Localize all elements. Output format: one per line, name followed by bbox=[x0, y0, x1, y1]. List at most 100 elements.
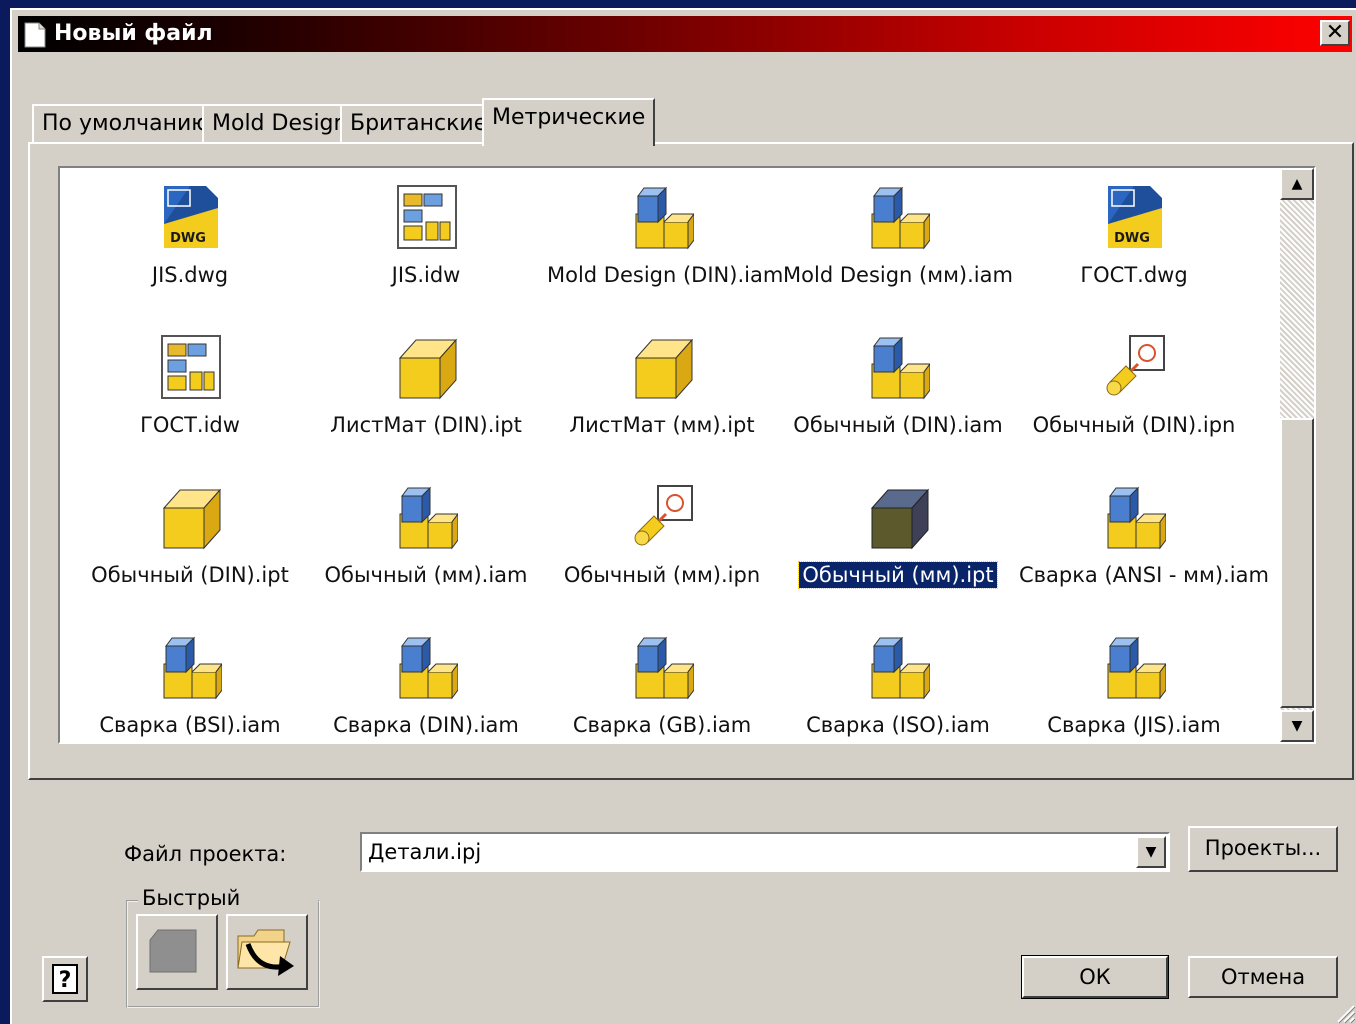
template-item-label: ЛистМат (DIN).ipt bbox=[330, 413, 522, 437]
template-item[interactable]: ЛистМат (мм).ipt bbox=[544, 318, 780, 468]
template-item[interactable]: Обычный (мм).ipt bbox=[780, 468, 1016, 618]
template-item-label: Обычный (DIN).iam bbox=[793, 413, 1003, 437]
template-item-label: Обычный (мм).iam bbox=[324, 563, 528, 587]
template-item-label-wrap: ГОСТ.idw bbox=[72, 412, 308, 438]
assembly-icon bbox=[1107, 486, 1166, 550]
vertical-scrollbar[interactable]: ▲ ▼ bbox=[1280, 168, 1314, 742]
template-item-label-wrap: ГОСТ.dwg bbox=[1016, 262, 1252, 288]
assembly-icon bbox=[635, 636, 694, 700]
project-file-combobox[interactable]: Детали.ipj ▼ bbox=[360, 832, 1170, 872]
quick-new-button[interactable] bbox=[136, 914, 218, 990]
template-item-label-wrap: Обычный (DIN).iam bbox=[780, 412, 1016, 438]
cancel-button[interactable]: Отмена bbox=[1188, 956, 1338, 998]
svg-text:DWG: DWG bbox=[1114, 231, 1150, 246]
help-button[interactable]: ? bbox=[42, 956, 88, 1002]
idw-icon bbox=[397, 185, 457, 249]
template-item-label-wrap: Сварка (BSI).iam bbox=[72, 712, 308, 738]
close-button[interactable]: ✕ bbox=[1320, 20, 1350, 46]
template-item[interactable]: Сварка (BSI).iam bbox=[72, 618, 308, 742]
open-folder-icon bbox=[237, 929, 294, 976]
part-icon bbox=[398, 338, 458, 400]
ok-button[interactable]: ОК bbox=[1021, 955, 1169, 999]
tab-mold-design[interactable]: Mold Design bbox=[202, 104, 358, 144]
part-icon bbox=[162, 488, 222, 550]
template-item-label-wrap: Обычный (мм).ipn bbox=[544, 562, 780, 588]
template-item-label-wrap: JIS.idw bbox=[308, 262, 544, 288]
template-item-label-wrap: JIS.dwg bbox=[72, 262, 308, 288]
dwg-icon: DWG bbox=[164, 186, 218, 248]
template-item-label-wrap: Сварка (ISO).iam bbox=[780, 712, 1016, 738]
template-grid: DWG JIS.dwg JIS.idw Mold Design (DIN).iam Mo… bbox=[60, 168, 1280, 742]
projects-button[interactable]: Проекты... bbox=[1188, 826, 1338, 872]
template-item-label-wrap: Mold Design (DIN).iam bbox=[544, 262, 783, 288]
assembly-icon bbox=[871, 186, 930, 250]
assembly-icon bbox=[163, 636, 222, 700]
new-file-icon bbox=[149, 929, 197, 973]
template-item-label: ГОСТ.idw bbox=[140, 413, 240, 437]
template-item[interactable]: Обычный (мм).iam bbox=[308, 468, 544, 618]
scroll-up-button[interactable]: ▲ bbox=[1280, 168, 1314, 200]
template-item-label-wrap: Mold Design (мм).iam bbox=[780, 262, 1016, 288]
template-item[interactable]: Сварка (ISO).iam bbox=[780, 618, 1016, 742]
window-title: Новый файл bbox=[54, 21, 213, 46]
assembly-icon bbox=[871, 636, 930, 700]
dwg-icon: DWG bbox=[1108, 186, 1162, 248]
idw-icon bbox=[161, 335, 221, 399]
template-item[interactable]: DWG JIS.dwg bbox=[72, 168, 308, 318]
template-list[interactable]: DWG JIS.dwg JIS.idw Mold Design (DIN).iam Mo… bbox=[58, 166, 1316, 744]
template-item-label-wrap: Обычный (мм).ipt bbox=[780, 561, 1016, 589]
template-item[interactable]: ЛистМат (DIN).ipt bbox=[308, 318, 544, 468]
template-item[interactable]: Обычный (DIN).ipt bbox=[72, 468, 308, 618]
template-item-label: JIS.idw bbox=[391, 263, 461, 287]
part-icon bbox=[634, 338, 694, 400]
assembly-icon bbox=[399, 636, 458, 700]
template-item[interactable]: Mold Design (DIN).iam bbox=[544, 168, 783, 318]
template-item-label: Сварка (BSI).iam bbox=[99, 713, 281, 737]
template-item-label: ГОСТ.dwg bbox=[1080, 263, 1188, 287]
template-item[interactable]: Обычный (DIN).iam bbox=[780, 318, 1016, 468]
template-item[interactable]: Сварка (DIN).iam bbox=[308, 618, 544, 742]
tab-metric[interactable]: Метрические bbox=[482, 98, 656, 146]
template-item-label: Mold Design (мм).iam bbox=[783, 263, 1013, 287]
template-item-label: Обычный (DIN).ipt bbox=[91, 563, 289, 587]
tab-default[interactable]: По умолчанию bbox=[32, 104, 220, 144]
new-file-dialog: Новый файл ✕ По умолчанию Mold Design Бр… bbox=[10, 8, 1356, 1024]
template-item[interactable]: Сварка (JIS).iam bbox=[1016, 618, 1252, 742]
template-item[interactable]: JIS.idw bbox=[308, 168, 544, 318]
assembly-icon bbox=[635, 186, 694, 250]
template-item-label: Обычный (мм).ipn bbox=[563, 563, 761, 587]
project-file-label: Файл проекта: bbox=[124, 842, 287, 866]
project-file-value: Детали.ipj bbox=[368, 840, 482, 864]
svg-text:DWG: DWG bbox=[170, 231, 206, 246]
scroll-down-button[interactable]: ▼ bbox=[1280, 710, 1314, 742]
combobox-dropdown-button[interactable]: ▼ bbox=[1136, 836, 1166, 868]
document-icon bbox=[24, 22, 46, 48]
assembly-icon bbox=[1107, 636, 1166, 700]
template-item-label-wrap: Сварка (DIN).iam bbox=[308, 712, 544, 738]
scroll-thumb[interactable] bbox=[1280, 418, 1314, 708]
template-item[interactable]: Обычный (мм).ipn bbox=[544, 468, 780, 618]
template-item-label-wrap: ЛистМат (DIN).ipt bbox=[308, 412, 544, 438]
template-item-label: Сварка (GB).iam bbox=[572, 713, 752, 737]
template-item-label: Сварка (ANSI - мм).iam bbox=[1019, 563, 1269, 587]
resize-grip-icon[interactable] bbox=[1332, 1000, 1356, 1024]
template-item-label: Обычный (мм).ipt bbox=[798, 561, 998, 589]
title-bar: Новый файл ✕ bbox=[18, 16, 1352, 52]
template-item[interactable]: Обычный (DIN).ipn bbox=[1016, 318, 1252, 468]
presentation-icon bbox=[1106, 335, 1165, 396]
tab-british[interactable]: Британские bbox=[340, 104, 498, 144]
template-item[interactable]: DWG ГОСТ.dwg bbox=[1016, 168, 1252, 318]
help-icon: ? bbox=[52, 964, 78, 994]
template-item[interactable]: Mold Design (мм).iam bbox=[780, 168, 1016, 318]
template-item[interactable]: ГОСТ.idw bbox=[72, 318, 308, 468]
template-item-label: Сварка (DIN).iam bbox=[333, 713, 519, 737]
template-item-label-wrap: Обычный (мм).iam bbox=[308, 562, 544, 588]
svg-text:?: ? bbox=[59, 968, 72, 993]
template-item[interactable]: Сварка (ANSI - мм).iam bbox=[1016, 468, 1269, 618]
quick-open-button[interactable] bbox=[226, 914, 308, 990]
template-item-label: Сварка (JIS).iam bbox=[1047, 713, 1221, 737]
template-item[interactable]: Сварка (GB).iam bbox=[544, 618, 780, 742]
presentation-icon bbox=[634, 485, 693, 546]
assembly-icon bbox=[871, 336, 930, 400]
template-item-label: ЛистМат (мм).ipt bbox=[569, 413, 755, 437]
